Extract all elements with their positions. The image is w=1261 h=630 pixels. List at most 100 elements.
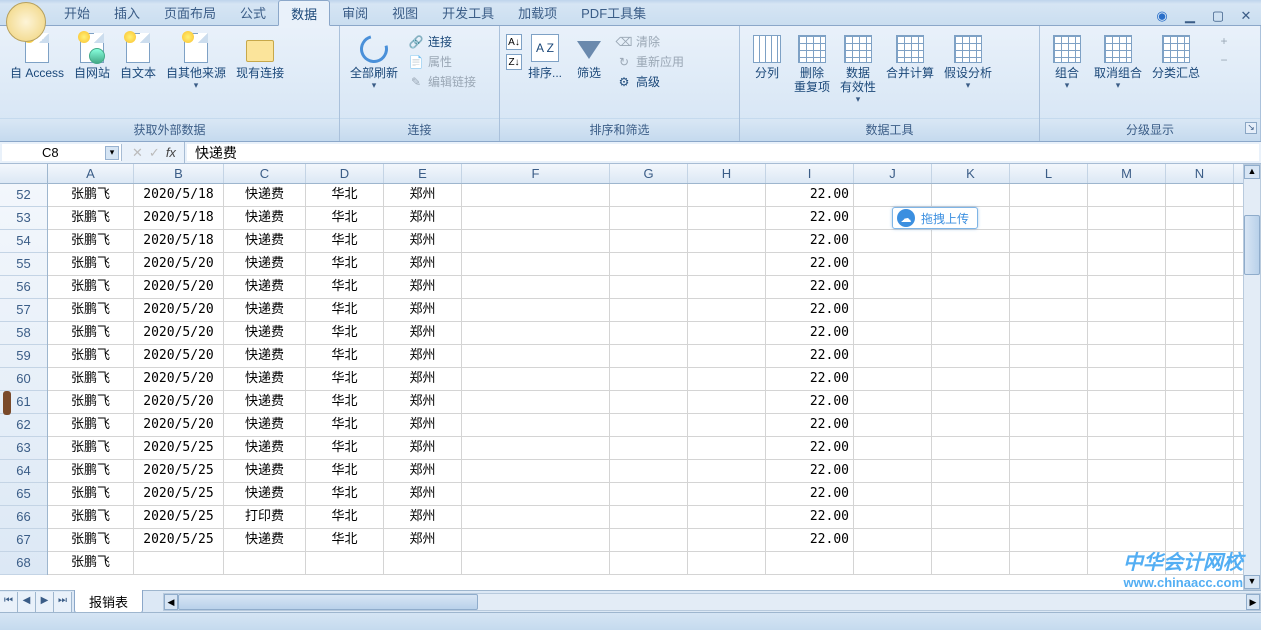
cell[interactable]: 郑州 [384,483,462,505]
cell[interactable] [610,230,688,252]
cell[interactable]: 22.00 [766,529,854,551]
cell[interactable]: 2020/5/25 [134,437,224,459]
cell[interactable]: 郑州 [384,460,462,482]
cell[interactable] [1010,322,1088,344]
name-box[interactable]: C8▾ [2,144,122,161]
first-sheet-icon[interactable]: ⏮ [0,592,18,612]
cell[interactable] [1010,368,1088,390]
cell[interactable]: 2020/5/20 [134,414,224,436]
cell[interactable] [610,276,688,298]
cell[interactable]: 华北 [306,460,384,482]
cell[interactable] [1088,391,1166,413]
ribbon-tab-5[interactable]: 审阅 [330,0,380,25]
cell[interactable]: 张鹏飞 [48,299,134,321]
cancel-icon[interactable]: ✕ [132,145,143,161]
cell[interactable] [610,460,688,482]
table-row[interactable]: 张鹏飞2020/5/18快递费华北郑州22.00 [48,184,1261,207]
cell[interactable] [610,437,688,459]
window-restore-icon[interactable]: ▢ [1209,7,1227,25]
cell[interactable]: 郑州 [384,253,462,275]
ribbon-tab-8[interactable]: 加载项 [506,0,569,25]
cell[interactable]: 快递费 [224,391,306,413]
column-header[interactable]: L [1010,164,1088,183]
cell[interactable] [688,506,766,528]
cell[interactable] [1088,207,1166,229]
ribbon-tab-3[interactable]: 公式 [228,0,278,25]
row-header[interactable]: 59 [0,345,47,368]
data-validation-button[interactable]: 数据 有效性▾ [836,30,880,107]
cell[interactable] [1088,483,1166,505]
ribbon-tab-4[interactable]: 数据 [278,0,330,26]
cell[interactable] [932,483,1010,505]
column-header[interactable]: M [1088,164,1166,183]
column-header[interactable]: E [384,164,462,183]
cell[interactable] [1088,506,1166,528]
cell[interactable]: 22.00 [766,299,854,321]
table-row[interactable]: 张鹏飞2020/5/25快递费华北郑州22.00 [48,437,1261,460]
cell[interactable] [932,253,1010,275]
row-header[interactable]: 64 [0,460,47,483]
cell[interactable] [1166,460,1234,482]
cell[interactable] [1166,276,1234,298]
cell[interactable]: 张鹏飞 [48,230,134,252]
advanced-filter-button[interactable]: ⚙高级 [612,72,688,91]
column-header[interactable]: A [48,164,134,183]
cell[interactable] [932,299,1010,321]
cell[interactable] [854,414,932,436]
scroll-thumb[interactable] [178,594,478,610]
cell[interactable]: 2020/5/25 [134,483,224,505]
refresh-all-button[interactable]: 全部刷新▾ [346,30,402,93]
cell[interactable] [932,276,1010,298]
cell[interactable] [854,552,932,574]
cell[interactable] [854,506,932,528]
cell[interactable] [462,368,610,390]
cell[interactable] [610,506,688,528]
cell[interactable]: 郑州 [384,529,462,551]
cell[interactable]: 张鹏飞 [48,437,134,459]
sheet-tab[interactable]: 报销表 [74,590,143,614]
cell[interactable] [854,230,932,252]
subtotal-button[interactable]: 分类汇总 [1148,30,1204,82]
last-sheet-icon[interactable]: ⏭ [54,592,72,612]
text-to-columns-button[interactable]: 分列 [746,30,788,82]
cell[interactable]: 22.00 [766,276,854,298]
cell[interactable]: 张鹏飞 [48,207,134,229]
cell[interactable] [462,437,610,459]
column-header[interactable]: D [306,164,384,183]
cell[interactable] [1088,437,1166,459]
cell[interactable] [688,391,766,413]
table-row[interactable]: 张鹏飞2020/5/20快递费华北郑州22.00 [48,414,1261,437]
cell[interactable] [1088,322,1166,344]
cell[interactable] [1010,345,1088,367]
cell[interactable] [1010,529,1088,551]
cell[interactable] [462,391,610,413]
ribbon-tab-1[interactable]: 插入 [102,0,152,25]
column-header[interactable]: C [224,164,306,183]
from-text-button[interactable]: 自文本 [116,30,160,82]
ribbon-tab-2[interactable]: 页面布局 [152,0,228,25]
cell[interactable] [854,184,932,206]
cell[interactable] [932,184,1010,206]
cell[interactable]: 郑州 [384,184,462,206]
cell[interactable]: 22.00 [766,437,854,459]
row-header[interactable]: 58 [0,322,47,345]
cell[interactable] [688,184,766,206]
row-header[interactable]: 52 [0,184,47,207]
consolidate-button[interactable]: 合并计算 [882,30,938,82]
cell[interactable]: 2020/5/20 [134,391,224,413]
cell[interactable]: 22.00 [766,506,854,528]
cell[interactable] [462,552,610,574]
cell[interactable]: 22.00 [766,414,854,436]
cell[interactable]: 郑州 [384,391,462,413]
row-header[interactable]: 65 [0,483,47,506]
cell[interactable]: 快递费 [224,483,306,505]
cell[interactable] [610,184,688,206]
cell[interactable]: 张鹏飞 [48,506,134,528]
dialog-launcher-icon[interactable]: ↘ [1245,122,1257,134]
cell[interactable]: 快递费 [224,230,306,252]
cell[interactable]: 张鹏飞 [48,391,134,413]
cell[interactable] [462,299,610,321]
scroll-down-icon[interactable]: ▼ [1244,575,1260,589]
cell[interactable] [688,345,766,367]
cell[interactable] [610,529,688,551]
